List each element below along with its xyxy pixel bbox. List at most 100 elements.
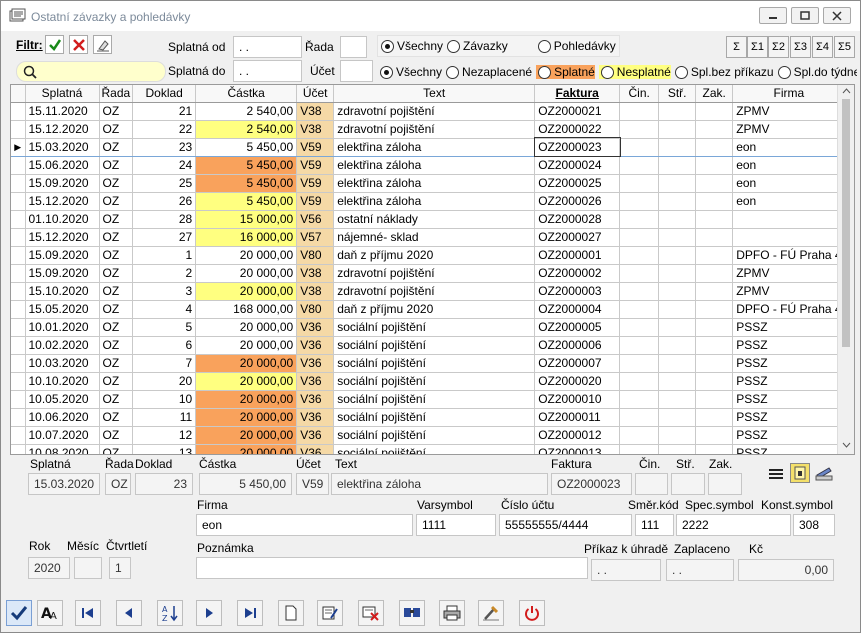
cell-splatna[interactable]: 15.12.2020 [25, 120, 100, 139]
cell-cin[interactable] [619, 210, 660, 229]
cell-rada[interactable]: OZ [99, 336, 134, 355]
row-indicator[interactable] [11, 102, 26, 121]
cell-text[interactable]: sociální pojištění [333, 444, 536, 454]
column-header-cin[interactable]: Čin. [619, 85, 660, 103]
cell-firma[interactable]: eon [732, 156, 846, 175]
table-row[interactable]: 15.10.2020 OZ 3 20 000,00 V38 zdravotní pojiš… [11, 282, 846, 301]
cell-cin[interactable] [619, 372, 660, 391]
radio-type-receivables[interactable]: Pohledávky [537, 39, 616, 53]
scroll-thumb[interactable] [842, 99, 850, 347]
cell-zak[interactable] [695, 137, 734, 157]
sigma2-button[interactable]: Σ2 [768, 36, 789, 58]
cell-rada[interactable]: OZ [99, 444, 134, 454]
cell-firma[interactable]: eon [732, 192, 846, 211]
radio-pay-notdue[interactable]: Nesplatné [598, 65, 671, 79]
table-row[interactable]: 15.12.2020 OZ 26 5 450,00 V59 elektřina záloh… [11, 192, 846, 211]
detail-faktura-field[interactable]: OZ2000023 [551, 473, 632, 495]
cell-ucet[interactable]: V38 [296, 120, 335, 139]
print-button[interactable] [439, 600, 465, 626]
table-row[interactable]: 15.09.2020 OZ 2 20 000,00 V38 zdravotní pojiš… [11, 264, 846, 283]
cell-faktura[interactable]: OZ2000013 [534, 444, 621, 454]
detail-spec-symbol-field[interactable]: 2222 [676, 514, 791, 536]
cell-rada[interactable]: OZ [99, 300, 134, 319]
cell-text[interactable]: elektřina záloha [333, 174, 536, 193]
cell-cin[interactable] [619, 336, 660, 355]
detail-firma-field[interactable]: eon [196, 514, 413, 536]
cell-str[interactable] [658, 282, 697, 301]
cell-faktura[interactable]: OZ2000011 [534, 408, 621, 427]
table-row[interactable]: 10.03.2020 OZ 7 20 000,00 V36 sociální pojišt… [11, 354, 846, 373]
row-indicator[interactable] [11, 192, 26, 211]
row-indicator[interactable] [11, 354, 26, 373]
cell-rada[interactable]: OZ [99, 137, 134, 157]
cell-faktura[interactable]: OZ2000012 [534, 426, 621, 445]
cell-ucet[interactable]: V38 [296, 102, 335, 121]
cell-cin[interactable] [619, 228, 660, 247]
splatna-od-input[interactable]: . . [233, 36, 302, 58]
cell-faktura[interactable]: OZ2000023 [533, 137, 621, 157]
scanner-button[interactable] [814, 463, 834, 483]
cell-zak[interactable] [695, 228, 734, 247]
cell-faktura[interactable]: OZ2000026 [534, 192, 621, 211]
filter-clear-button[interactable] [93, 35, 112, 54]
filter-cancel-button[interactable] [69, 35, 88, 54]
sigma1-button[interactable]: Σ1 [747, 36, 768, 58]
cell-text[interactable]: sociální pojištění [333, 390, 536, 409]
scroll-up-icon[interactable] [842, 87, 851, 95]
cell-str[interactable] [658, 390, 697, 409]
sigma5-button[interactable]: Σ5 [834, 36, 855, 58]
table-row[interactable]: 10.07.2020 OZ 12 20 000,00 V36 sociální pojiš… [11, 426, 846, 445]
cell-splatna[interactable]: 15.11.2020 [25, 102, 100, 121]
cell-text[interactable]: zdravotní pojištění [333, 282, 536, 301]
cell-doklad[interactable]: 7 [132, 354, 197, 373]
cell-rada[interactable]: OZ [99, 354, 134, 373]
cell-castka[interactable]: 20 000,00 [195, 354, 298, 373]
cell-splatna[interactable]: 15.06.2020 [25, 156, 100, 175]
column-header-str[interactable]: Stř. [658, 85, 697, 103]
cell-ucet[interactable]: V36 [296, 444, 335, 454]
column-header-doklad[interactable]: Doklad [132, 85, 197, 103]
table-row[interactable]: 01.10.2020 OZ 28 15 000,00 V56 ostatní náklad… [11, 210, 846, 229]
cell-text[interactable]: sociální pojištění [333, 408, 536, 427]
cell-cin[interactable] [619, 120, 660, 139]
radio-pay-unpaid[interactable]: Nezaplacené [446, 65, 532, 79]
cell-castka[interactable]: 16 000,00 [195, 228, 298, 247]
row-indicator[interactable] [11, 174, 26, 193]
cell-castka[interactable]: 20 000,00 [195, 282, 298, 301]
rada-filter-input[interactable] [340, 36, 367, 58]
cell-str[interactable] [658, 102, 697, 121]
cell-splatna[interactable]: 10.02.2020 [25, 336, 100, 355]
cell-text[interactable]: daň z příjmu 2020 [333, 300, 536, 319]
detail-prikaz-field[interactable]: . . [591, 559, 661, 581]
cell-ucet[interactable]: V36 [296, 426, 335, 445]
sigma3-button[interactable]: Σ3 [790, 36, 811, 58]
cell-firma[interactable]: PSSZ [732, 426, 846, 445]
cell-faktura[interactable]: OZ2000024 [534, 156, 621, 175]
grid-scrollbar[interactable] [837, 85, 854, 454]
row-indicator[interactable] [11, 336, 26, 355]
cell-ucet[interactable]: V57 [296, 228, 335, 247]
table-row[interactable]: 15.05.2020 OZ 4 168 000,00 V80 daň z příjmu 2… [11, 300, 846, 319]
cell-castka[interactable]: 20 000,00 [195, 336, 298, 355]
cell-splatna[interactable]: 15.05.2020 [25, 300, 100, 319]
cell-doklad[interactable]: 24 [132, 156, 197, 175]
cell-str[interactable] [658, 300, 697, 319]
cell-str[interactable] [658, 228, 697, 247]
cell-cin[interactable] [619, 318, 660, 337]
cell-rada[interactable]: OZ [99, 210, 134, 229]
cell-str[interactable] [658, 174, 697, 193]
cell-castka[interactable]: 20 000,00 [195, 408, 298, 427]
table-row[interactable]: 10.10.2020 OZ 20 20 000,00 V36 sociální pojiš… [11, 372, 846, 391]
cell-castka[interactable]: 15 000,00 [195, 210, 298, 229]
column-header-splatna[interactable]: Splatná [25, 85, 100, 103]
cell-str[interactable] [658, 120, 697, 139]
cell-rada[interactable]: OZ [99, 246, 134, 265]
cell-splatna[interactable]: 10.06.2020 [25, 408, 100, 427]
cell-ucet[interactable]: V36 [296, 354, 335, 373]
cell-str[interactable] [658, 246, 697, 265]
table-row[interactable]: ▶ 15.03.2020 OZ 23 5 450,00 V59 elektřina zálo… [11, 137, 846, 157]
cell-ucet[interactable]: V59 [296, 137, 335, 157]
table-row[interactable]: 15.12.2020 OZ 27 16 000,00 V57 nájemné- sklad… [11, 228, 846, 247]
cell-ucet[interactable]: V59 [296, 174, 335, 193]
cell-zak[interactable] [695, 408, 734, 427]
